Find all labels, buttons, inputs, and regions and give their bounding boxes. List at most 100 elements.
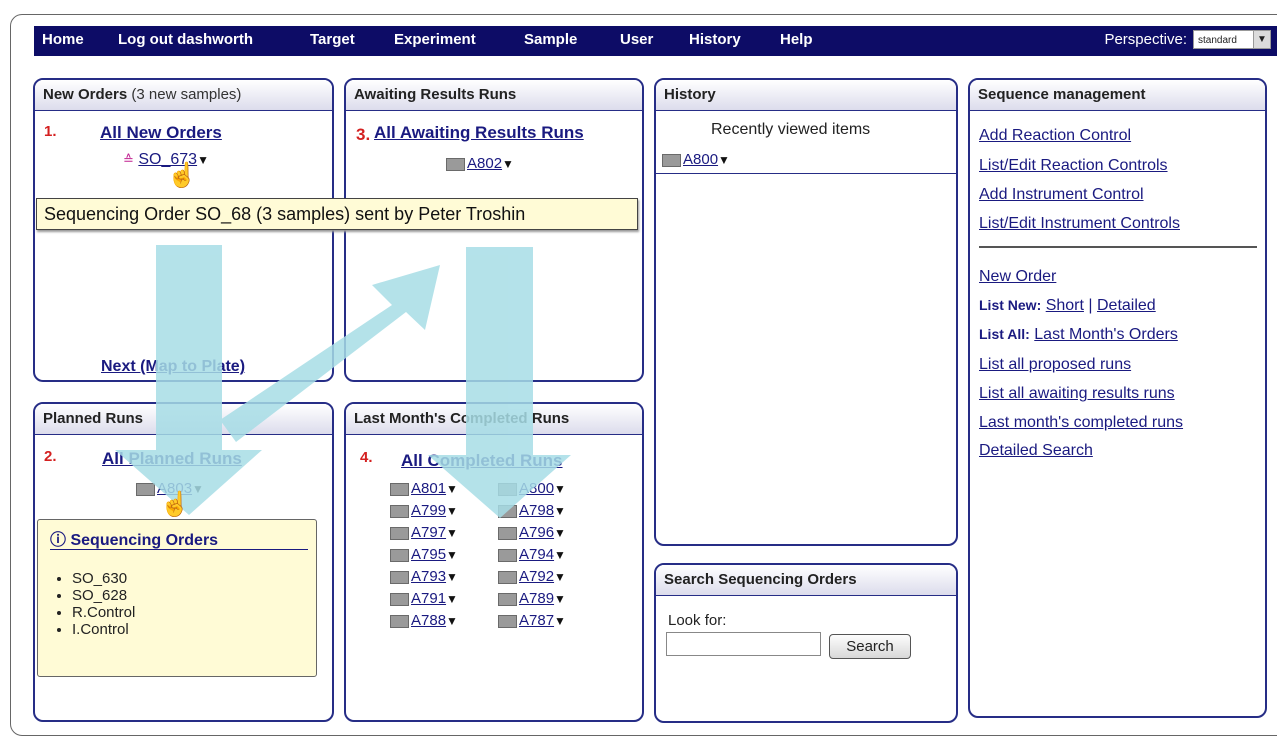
all-completed-runs-link[interactable]: All Completed Runs (401, 451, 563, 471)
last-months-orders-link[interactable]: Last Month's Orders (1034, 326, 1178, 343)
run-link[interactable]: A789 (519, 590, 554, 607)
list-item[interactable]: SO_630 (72, 570, 135, 587)
dropdown-arrow-icon[interactable]: ▼ (197, 153, 209, 167)
new-order-link[interactable]: New Order (979, 268, 1056, 286)
dropdown-arrow-icon[interactable]: ▼ (446, 614, 458, 628)
panel-header: Planned Runs (35, 404, 332, 435)
monitor-icon (498, 482, 517, 496)
run-link[interactable]: A799 (411, 502, 446, 519)
dropdown-arrow-icon[interactable]: ▼ (192, 482, 204, 496)
list-edit-instrument-controls-link[interactable]: List/Edit Instrument Controls (979, 215, 1180, 233)
list-proposed-runs-link[interactable]: List all proposed runs (979, 356, 1131, 374)
nav-target[interactable]: Target (310, 31, 355, 48)
perspective-value: standard (1198, 35, 1237, 46)
run-item: A793▼ (390, 568, 458, 585)
monitor-icon (390, 548, 409, 562)
panel-title: Planned Runs (43, 410, 144, 427)
dropdown-arrow-icon[interactable]: ▼ (554, 570, 566, 584)
panel-header: Search Sequencing Orders (656, 565, 956, 596)
run-item: A798▼ (498, 502, 566, 519)
panel-awaiting-results: Awaiting Results Runs 3. All Awaiting Re… (344, 78, 644, 382)
nav-help[interactable]: Help (780, 31, 813, 48)
history-link[interactable]: A800 (683, 151, 718, 168)
dropdown-arrow-icon[interactable]: ▼ (554, 614, 566, 628)
panel-title: Sequence management (978, 86, 1146, 103)
dropdown-arrow-icon[interactable]: ▼ (446, 592, 458, 606)
look-for-label: Look for: (668, 612, 727, 629)
step-number: 1. (44, 123, 57, 140)
dropdown-arrow-icon[interactable]: ▼ (554, 504, 566, 518)
step-number: 4. (360, 449, 373, 466)
nav-history[interactable]: History (689, 31, 741, 48)
dropdown-arrow-icon[interactable]: ▼ (554, 526, 566, 540)
nav-user[interactable]: User (620, 31, 653, 48)
panel-sequence-management: Sequence management Add Reaction Control… (968, 78, 1267, 718)
list-item[interactable]: R.Control (72, 604, 135, 621)
search-input[interactable] (666, 632, 821, 656)
list-item[interactable]: SO_628 (72, 587, 135, 604)
run-link[interactable]: A788 (411, 612, 446, 629)
all-planned-runs-link[interactable]: All Planned Runs (102, 449, 242, 469)
run-link[interactable]: A796 (519, 524, 554, 541)
monitor-icon (390, 592, 409, 606)
dropdown-arrow-icon[interactable]: ▼ (446, 526, 458, 540)
perspective-select[interactable]: standard ▼ (1193, 30, 1271, 49)
panel-title: Last Month's Completed Runs (354, 410, 570, 427)
monitor-icon (136, 482, 155, 496)
panel-history: History Recently viewed items A800▼ (654, 78, 958, 546)
run-link[interactable]: A797 (411, 524, 446, 541)
run-item: A795▼ (390, 546, 458, 563)
run-link[interactable]: A800 (519, 480, 554, 497)
sequencing-order-tooltip: Sequencing Order SO_68 (3 samples) sent … (36, 198, 638, 230)
all-new-orders-link[interactable]: All New Orders (100, 123, 222, 143)
top-nav-bar: Home Log out dashworth Target Experiment… (34, 26, 1277, 56)
hand-cursor-icon: ☝ (167, 162, 197, 189)
perspective-label: Perspective: (1104, 31, 1187, 48)
nav-home[interactable]: Home (42, 31, 84, 48)
chevron-down-icon[interactable]: ▼ (1253, 31, 1270, 48)
run-link[interactable]: A791 (411, 590, 446, 607)
perspective-control: Perspective: standard ▼ (1104, 30, 1271, 49)
list-new-detailed-link[interactable]: Detailed (1097, 297, 1156, 314)
list-edit-reaction-controls-link[interactable]: List/Edit Reaction Controls (979, 157, 1168, 175)
run-link[interactable]: A794 (519, 546, 554, 563)
detailed-search-link[interactable]: Detailed Search (979, 442, 1093, 460)
run-item: A792▼ (498, 568, 566, 585)
dropdown-arrow-icon[interactable]: ▼ (446, 548, 458, 562)
info-icon: ⓘ (50, 532, 67, 549)
dropdown-arrow-icon[interactable]: ▼ (446, 570, 458, 584)
last-month-completed-link[interactable]: Last month's completed runs (979, 414, 1183, 432)
run-link[interactable]: A798 (519, 502, 554, 519)
run-item: A801▼ (390, 480, 458, 497)
run-item: A788▼ (390, 612, 458, 629)
dropdown-arrow-icon[interactable]: ▼ (554, 548, 566, 562)
run-link[interactable]: A795 (411, 546, 446, 563)
panel-title: Search Sequencing Orders (664, 571, 857, 588)
list-item[interactable]: I.Control (72, 621, 135, 638)
run-link[interactable]: A802 (467, 155, 502, 172)
run-link[interactable]: A792 (519, 568, 554, 585)
nav-logout[interactable]: Log out dashworth (118, 31, 253, 48)
search-button[interactable]: Search (829, 634, 911, 659)
run-link[interactable]: A787 (519, 612, 554, 629)
monitor-icon (498, 548, 517, 562)
list-awaiting-runs-link[interactable]: List all awaiting results runs (979, 385, 1175, 403)
add-instrument-control-link[interactable]: Add Instrument Control (979, 186, 1144, 204)
dropdown-arrow-icon[interactable]: ▼ (502, 157, 514, 171)
add-reaction-control-link[interactable]: Add Reaction Control (979, 127, 1131, 145)
run-item: A787▼ (498, 612, 566, 629)
dropdown-arrow-icon[interactable]: ▼ (446, 504, 458, 518)
popup-title-text: Sequencing Orders (70, 532, 219, 549)
all-awaiting-results-link[interactable]: All Awaiting Results Runs (374, 123, 584, 143)
list-new-short-link[interactable]: Short (1046, 297, 1084, 314)
nav-experiment[interactable]: Experiment (394, 31, 476, 48)
dropdown-arrow-icon[interactable]: ▼ (718, 153, 730, 167)
nav-sample[interactable]: Sample (524, 31, 577, 48)
run-link[interactable]: A793 (411, 568, 446, 585)
dropdown-arrow-icon[interactable]: ▼ (554, 592, 566, 606)
run-link[interactable]: A801 (411, 480, 446, 497)
next-map-to-plate-link[interactable]: Next (Map to Plate) (101, 358, 245, 376)
dropdown-arrow-icon[interactable]: ▼ (446, 482, 458, 496)
monitor-icon (498, 526, 517, 540)
dropdown-arrow-icon[interactable]: ▼ (554, 482, 566, 496)
